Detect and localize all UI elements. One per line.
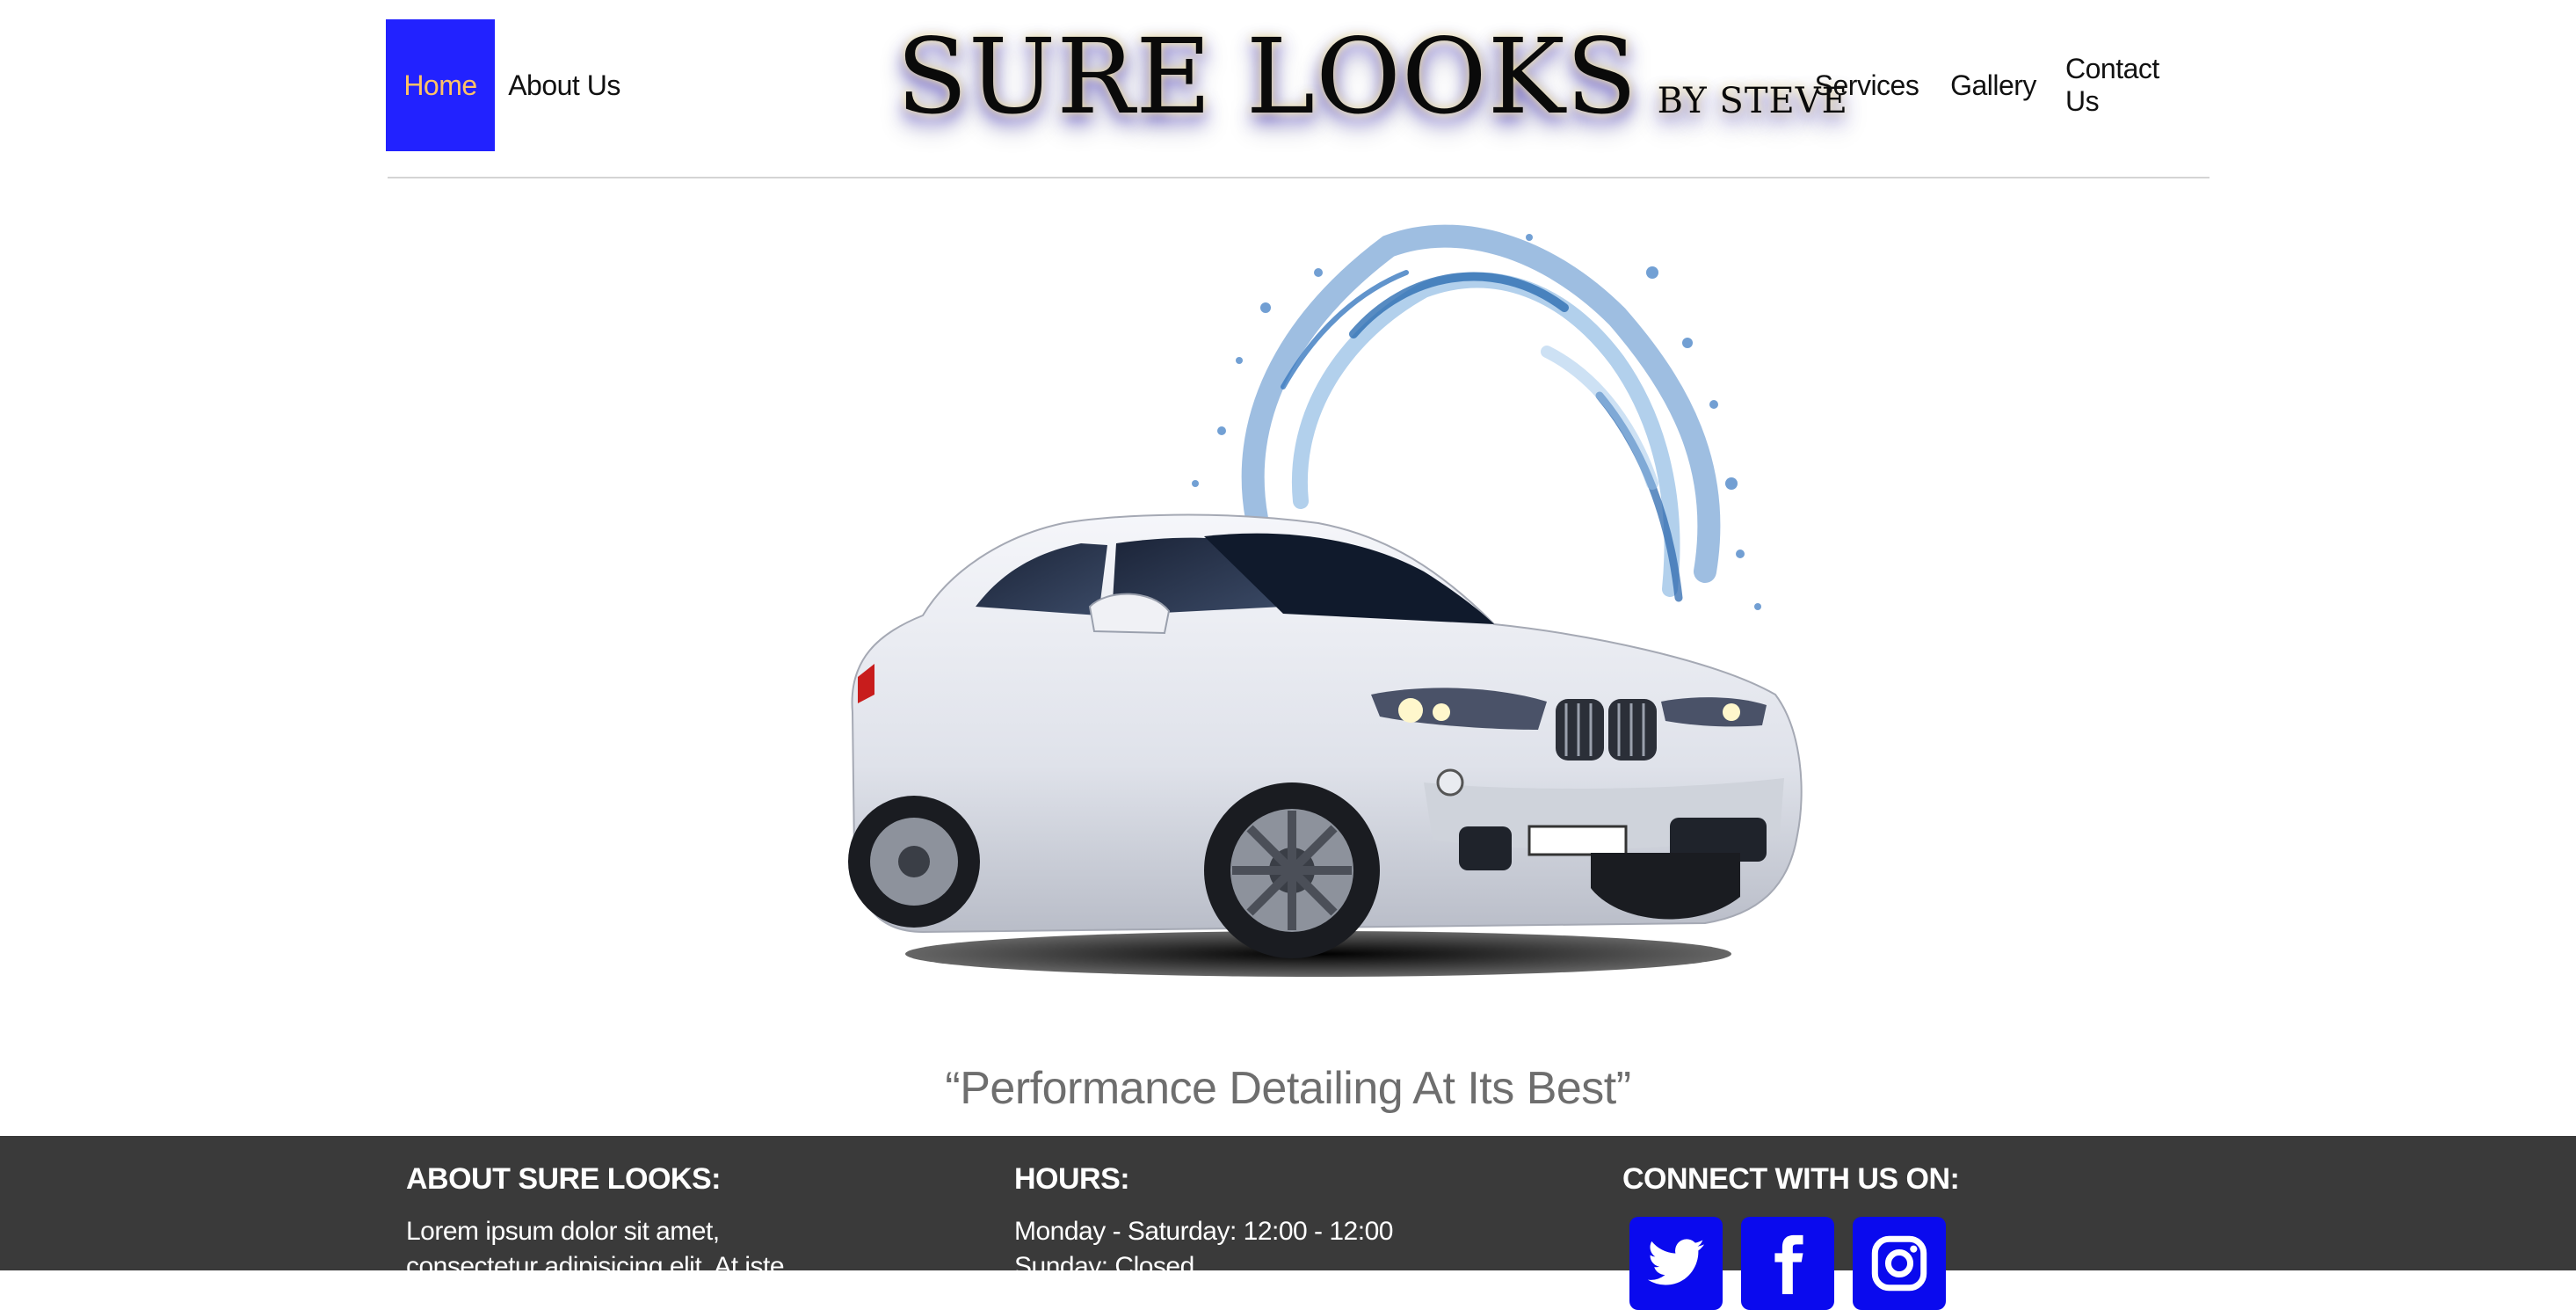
nav-about-link[interactable]: About Us <box>503 19 626 151</box>
header-divider <box>388 177 2210 178</box>
nav-services-link[interactable]: Services <box>1814 19 1919 151</box>
twitter-link[interactable] <box>1629 1217 1723 1310</box>
nav-gallery-link[interactable]: Gallery <box>1948 19 2039 151</box>
hero-car-image <box>826 220 1854 1011</box>
instagram-link[interactable] <box>1853 1217 1946 1310</box>
about-line-2: consectetur adipisicing elit. At iste <box>406 1252 785 1281</box>
instagram-icon <box>1871 1235 1927 1292</box>
nav-contact-link[interactable]: Contact Us <box>2065 19 2199 151</box>
footer-about: ABOUT SURE LOOKS: Lorem ipsum dolor sit … <box>406 1162 785 1285</box>
tagline: “Performance Detailing At Its Best” <box>945 1063 1631 1114</box>
footer-hours: HOURS: Monday - Saturday: 12:00 - 12:00 … <box>1014 1162 1393 1285</box>
footer-connect: CONNECT WITH US ON: <box>1622 1162 1960 1197</box>
hours-line-2: Sunday: Closed <box>1014 1252 1194 1281</box>
wheel-rear <box>848 796 980 928</box>
site-footer: ABOUT SURE LOOKS: Lorem ipsum dolor sit … <box>0 1136 2576 1310</box>
hours-heading: HOURS: <box>1014 1162 1130 1196</box>
hours-text: Monday - Saturday: 12:00 - 12:00 Sunday:… <box>1014 1214 1393 1285</box>
connect-heading: CONNECT WITH US ON: <box>1622 1162 1960 1196</box>
site-logo[interactable]: SURE LOOKS BY STEVE <box>896 16 1848 137</box>
wheel-front <box>1204 782 1380 958</box>
hours-line-1: Monday - Saturday: 12:00 - 12:00 <box>1014 1217 1393 1246</box>
about-heading: ABOUT SURE LOOKS: <box>406 1162 721 1196</box>
nav-home-link[interactable]: Home <box>386 19 495 151</box>
facebook-link[interactable] <box>1741 1217 1834 1310</box>
twitter-icon <box>1647 1239 1705 1285</box>
about-line-1: Lorem ipsum dolor sit amet, <box>406 1217 720 1246</box>
facebook-icon <box>1774 1234 1803 1294</box>
about-text: Lorem ipsum dolor sit amet, consectetur … <box>406 1214 785 1285</box>
logo-main-text: SURE LOOKS <box>896 16 1638 137</box>
